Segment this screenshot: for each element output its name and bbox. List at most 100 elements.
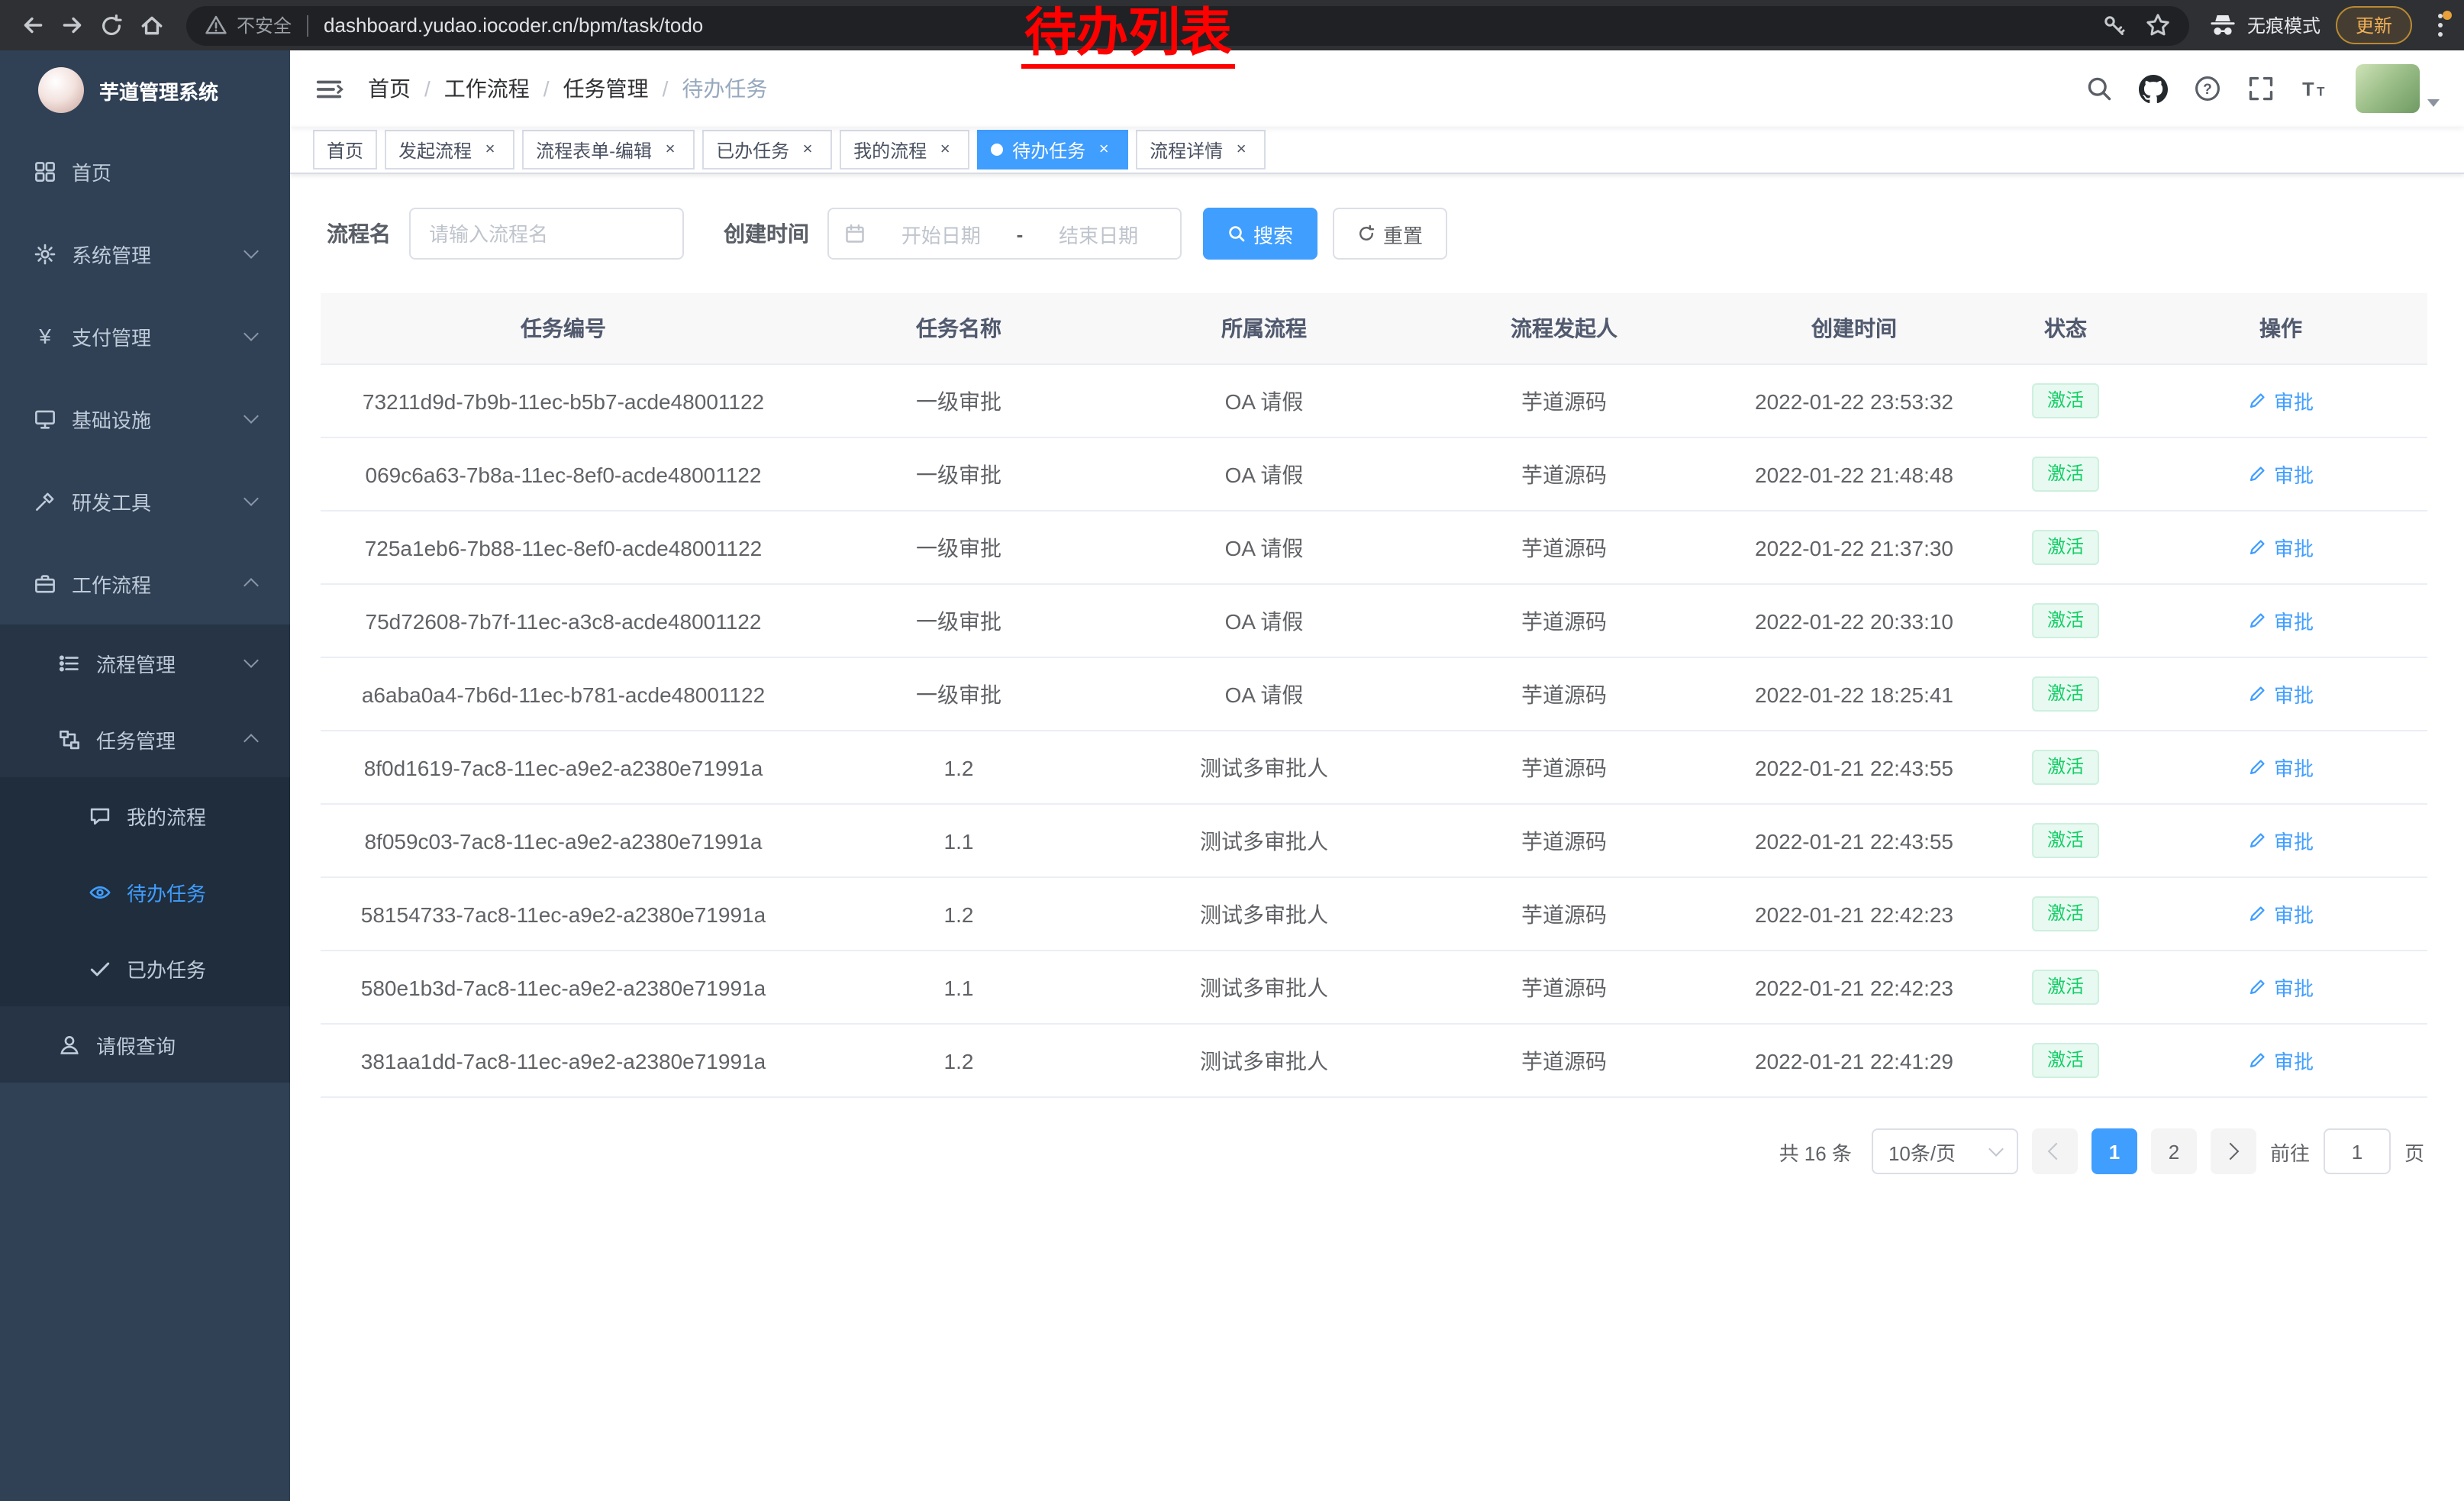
approve-link[interactable]: 审批 <box>2248 460 2314 489</box>
next-page-button[interactable] <box>2211 1128 2256 1174</box>
tab-done-task[interactable]: 已办任务× <box>702 130 832 169</box>
back-icon[interactable] <box>12 5 52 45</box>
sidebar-item-todo-task[interactable]: 待办任务 <box>0 854 290 930</box>
sidebar-item-payment[interactable]: ¥ 支付管理 <box>0 295 290 377</box>
column-header-status: 状态 <box>1997 293 2134 364</box>
tab-my-process[interactable]: 我的流程× <box>840 130 969 169</box>
sidebar-item-done-task[interactable]: 已办任务 <box>0 930 290 1006</box>
cell-create-time: 2022-01-22 20:33:10 <box>1711 584 1997 657</box>
approve-link[interactable]: 审批 <box>2248 606 2314 635</box>
table-row: 73211d9d-7b9b-11ec-b5b7-acde48001122一级审批… <box>321 364 2427 437</box>
cell-status: 激活 <box>1997 584 2134 657</box>
sidebar-item-process-management[interactable]: 流程管理 <box>0 625 290 701</box>
search-icon[interactable] <box>2085 75 2113 102</box>
tab-process-detail[interactable]: 流程详情× <box>1136 130 1266 169</box>
page-content: 流程名 创建时间 开始日期 - 结束日期 搜索 重置 <box>290 174 2464 1174</box>
sidebar-item-home[interactable]: 首页 <box>0 130 290 212</box>
reload-icon[interactable] <box>92 5 131 45</box>
chevron-up-icon <box>243 734 259 749</box>
forward-icon[interactable] <box>52 5 92 45</box>
page-jump-input[interactable] <box>2324 1128 2391 1174</box>
approve-link[interactable]: 审批 <box>2248 753 2314 782</box>
navbar: 首页 / 工作流程 / 任务管理 / 待办任务 ? <box>290 50 2464 127</box>
page-button-1[interactable]: 1 <box>2091 1128 2137 1174</box>
url-text[interactable]: dashboard.yudao.iocoder.cn/bpm/task/todo <box>324 14 703 37</box>
bookmark-star-icon[interactable] <box>2145 12 2171 38</box>
approve-link[interactable]: 审批 <box>2248 533 2314 562</box>
cell-process: OA 请假 <box>1111 511 1417 584</box>
close-icon[interactable]: × <box>479 139 501 160</box>
page-button-2[interactable]: 2 <box>2151 1128 2197 1174</box>
cell-process: 测试多审批人 <box>1111 731 1417 804</box>
prev-page-button[interactable] <box>2032 1128 2078 1174</box>
password-key-icon[interactable] <box>2102 13 2127 37</box>
cell-action: 审批 <box>2134 657 2427 731</box>
sidebar-item-label: 支付管理 <box>72 321 151 350</box>
breadcrumb-item-home[interactable]: 首页 <box>368 73 411 104</box>
github-icon[interactable] <box>2139 74 2168 103</box>
sidebar-item-devtools[interactable]: 研发工具 <box>0 460 290 542</box>
status-badge: 激活 <box>2032 749 2099 785</box>
cell-status: 激活 <box>1997 657 2134 731</box>
cell-task-id: 8f059c03-7ac8-11ec-a9e2-a2380e71991a <box>321 804 806 877</box>
tab-start-process[interactable]: 发起流程× <box>385 130 514 169</box>
user-menu[interactable] <box>2356 64 2440 113</box>
sidebar-item-leave-query[interactable]: 请假查询 <box>0 1006 290 1083</box>
approve-link[interactable]: 审批 <box>2248 973 2314 1002</box>
chevron-down-icon <box>243 244 259 259</box>
sidebar-item-workflow[interactable]: 工作流程 <box>0 542 290 625</box>
breadcrumb-item-workflow[interactable]: 工作流程 <box>444 73 530 104</box>
approve-link[interactable]: 审批 <box>2248 679 2314 709</box>
cell-status: 激活 <box>1997 877 2134 951</box>
app-logo[interactable]: 芋道管理系统 <box>0 50 290 130</box>
cell-status: 激活 <box>1997 804 2134 877</box>
process-name-input[interactable] <box>409 208 684 260</box>
warning-icon <box>205 14 227 37</box>
browser-menu-icon[interactable] <box>2427 8 2452 42</box>
help-icon[interactable]: ? <box>2194 75 2221 102</box>
cell-task-id: 381aa1dd-7ac8-11ec-a9e2-a2380e71991a <box>321 1024 806 1097</box>
table-row: 75d72608-7b7f-11ec-a3c8-acde48001122一级审批… <box>321 584 2427 657</box>
close-icon[interactable]: × <box>934 139 956 160</box>
breadcrumb-item-task-management[interactable]: 任务管理 <box>563 73 649 104</box>
date-range-picker[interactable]: 开始日期 - 结束日期 <box>827 208 1182 260</box>
search-button[interactable]: 搜索 <box>1203 208 1317 260</box>
close-icon[interactable]: × <box>1230 139 1252 160</box>
approve-link[interactable]: 审批 <box>2248 826 2314 855</box>
sidebar-item-my-process[interactable]: 我的流程 <box>0 777 290 854</box>
check-icon <box>87 957 113 980</box>
close-icon[interactable]: × <box>1093 139 1114 160</box>
fullscreen-icon[interactable] <box>2247 75 2275 102</box>
sidebar-item-task-management[interactable]: 任务管理 <box>0 701 290 777</box>
close-icon[interactable]: × <box>660 139 681 160</box>
update-button[interactable]: 更新 <box>2336 6 2412 44</box>
security-label[interactable]: 不安全 <box>237 12 292 38</box>
cell-process: OA 请假 <box>1111 657 1417 731</box>
cell-task-name: 1.1 <box>806 804 1111 877</box>
tabs-bar: 首页 发起流程× 流程表单-编辑× 已办任务× 我的流程× 待办任务× 流程详情… <box>290 127 2464 174</box>
gear-icon <box>32 242 58 265</box>
sidebar-item-system[interactable]: 系统管理 <box>0 212 290 295</box>
tab-home[interactable]: 首页 <box>313 130 377 169</box>
approve-link[interactable]: 审批 <box>2248 1046 2314 1075</box>
page-size-select[interactable]: 10条/页 <box>1872 1128 2018 1174</box>
close-icon[interactable]: × <box>797 139 818 160</box>
cell-action: 审批 <box>2134 437 2427 511</box>
status-badge: 激活 <box>2032 383 2099 418</box>
avatar[interactable] <box>2356 64 2420 113</box>
process-name-label: 流程名 <box>327 218 391 249</box>
sidebar-item-label: 待办任务 <box>127 877 206 906</box>
home-icon[interactable] <box>131 5 171 45</box>
approve-link[interactable]: 审批 <box>2248 899 2314 928</box>
logo-image <box>38 67 84 113</box>
sidebar-item-infrastructure[interactable]: 基础设施 <box>0 377 290 460</box>
reset-button[interactable]: 重置 <box>1333 208 1447 260</box>
approve-link[interactable]: 审批 <box>2248 386 2314 415</box>
hamburger-icon[interactable] <box>314 74 343 103</box>
tab-todo-task[interactable]: 待办任务× <box>977 130 1128 169</box>
font-size-icon[interactable]: TT <box>2301 75 2330 102</box>
table-row: 725a1eb6-7b88-11ec-8ef0-acde48001122一级审批… <box>321 511 2427 584</box>
tab-form-edit[interactable]: 流程表单-编辑× <box>522 130 695 169</box>
cell-starter: 芋道源码 <box>1417 657 1711 731</box>
chevron-down-icon <box>243 326 259 341</box>
